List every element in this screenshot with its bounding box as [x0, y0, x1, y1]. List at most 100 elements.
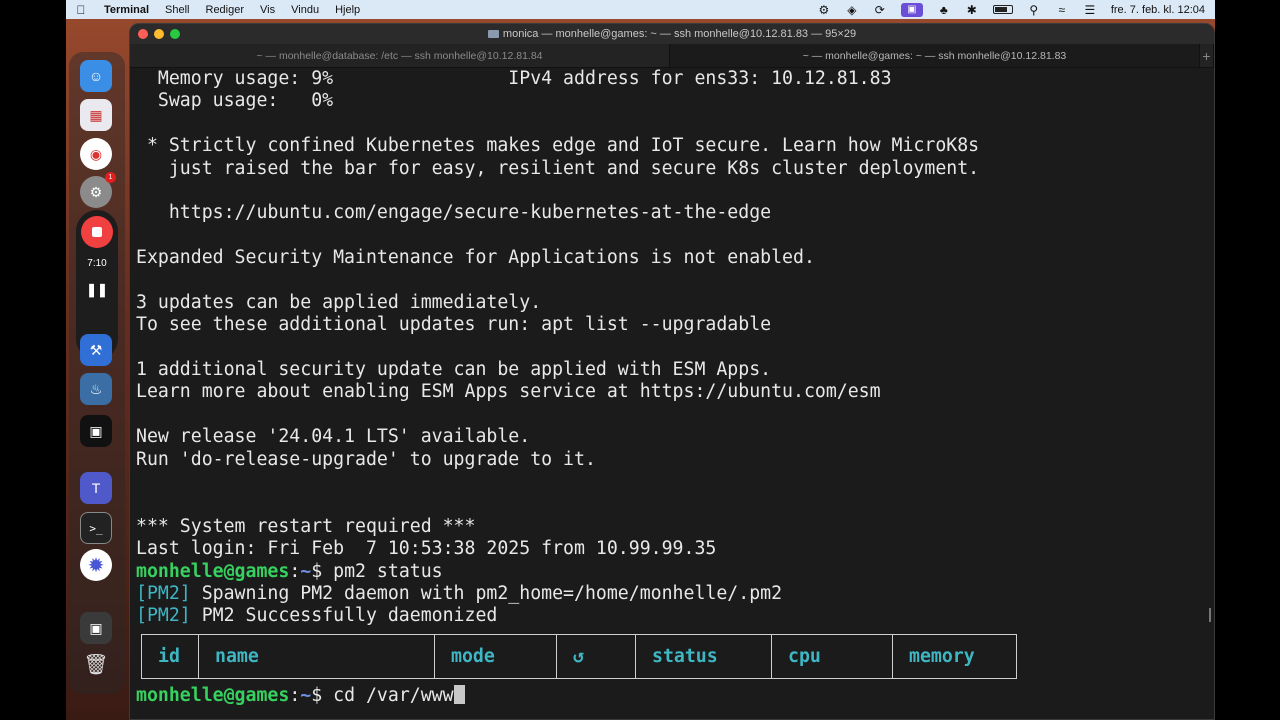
output-line: https://ubuntu.com/engage/secure-kuberne… [136, 202, 772, 224]
menu-rediger[interactable]: Rediger [198, 4, 253, 16]
settings-gear-app-icon[interactable]: ✹ [80, 549, 112, 581]
desktop:  Terminal Shell Rediger Vis Vindu Hjelp… [66, 0, 1215, 720]
prompt-user: monhelle@games [136, 684, 290, 706]
prompt-user: monhelle@games [136, 560, 290, 582]
output-line: * Strictly confined Kubernetes makes edg… [136, 135, 980, 157]
close-button[interactable] [138, 29, 148, 39]
screen-share-icon[interactable]: ▣ [900, 2, 923, 17]
control-center-icon[interactable]: ☰ [1083, 3, 1097, 17]
output-line: *** System restart required *** [136, 515, 476, 537]
menu-bar:  Terminal Shell Rediger Vis Vindu Hjelp… [66, 0, 1215, 19]
pm2-line: [PM2] Spawning PM2 daemon with pm2_home=… [136, 583, 1214, 605]
chrome-icon[interactable]: ◉ [80, 138, 112, 170]
xcode-icon[interactable]: ⚒ [80, 334, 112, 366]
command-input[interactable]: cd /var/www [333, 685, 453, 706]
prompt-path: ~ [300, 684, 312, 706]
pm2-status-table: id name mode ↺ status cpu memory [141, 633, 1017, 679]
scrollbar[interactable] [1209, 608, 1211, 622]
teams-icon[interactable]: T [80, 472, 112, 504]
tab-bar: ~ — monhelle@database: /etc — ssh monhel… [130, 44, 1214, 68]
tab-database[interactable]: ~ — monhelle@database: /etc — ssh monhel… [130, 44, 670, 67]
pm2-line: [PM2] PM2 Successfully daemonized [136, 605, 1214, 627]
table-header-id: id [141, 633, 199, 679]
output-line: Swap usage: 0% [136, 90, 334, 112]
pm2-message: Spawning PM2 daemon with pm2_home=/home/… [190, 582, 783, 604]
prompt-symbol: $ [311, 560, 334, 582]
virtual-machine-icon[interactable]: ▣ [80, 415, 112, 447]
prompt-path: ~ [300, 560, 312, 582]
prompt-separator: : [289, 684, 301, 706]
output-line: 3 updates can be applied immediately. [136, 291, 542, 313]
bluetooth-icon[interactable]: ✱ [965, 3, 979, 17]
elephant-icon[interactable]: ♣ [937, 3, 951, 17]
mysql-workbench-icon[interactable]: ♨ [80, 373, 112, 405]
output-line: Learn more about enabling ESM Apps servi… [136, 381, 881, 403]
terminal-window: monica — monhelle@games: ~ — ssh monhell… [129, 23, 1215, 720]
command-text: pm2 status [333, 560, 443, 582]
output-line: Last login: Fri Feb 7 10:53:38 2025 from… [136, 538, 717, 560]
table-header-status: status [635, 633, 772, 679]
finder-icon[interactable]: ☺ [80, 60, 112, 92]
battery-icon[interactable] [992, 5, 1013, 14]
trash-icon[interactable]: 🗑 [80, 648, 112, 680]
window-title: monica — monhelle@games: ~ — ssh monhell… [502, 28, 857, 40]
prompt-separator: : [289, 560, 301, 582]
pm2-tag: [PM2] [136, 605, 191, 627]
text-cursor [453, 684, 465, 704]
menu-shell[interactable]: Shell [157, 4, 197, 16]
prompt-symbol: $ [311, 684, 334, 706]
menu-hjelp[interactable]: Hjelp [327, 4, 368, 16]
dock: ☺ ▦ ◉ ⚙ 1 7:10 ❚❚ ⚒ ♨ ▣ T >_ ✹ ▣ 🗑 [69, 52, 125, 694]
pm2-message: PM2 Successfully daemonized [190, 605, 498, 627]
extension-icon[interactable]: ◈ [845, 3, 859, 17]
recording-time: 7:10 [87, 258, 107, 269]
output-line: Run 'do-release-upgrade' to upgrade to i… [136, 448, 596, 470]
output-lines: Memory usage: 9% IPv4 address for ens33:… [136, 68, 1214, 561]
pm2-tag: [PM2] [136, 582, 191, 604]
zoom-button[interactable] [170, 29, 180, 39]
prompt-line: monhelle@games:~$ pm2 status [136, 561, 1214, 583]
table-header-name: name [198, 633, 435, 679]
menu-vindu[interactable]: Vindu [283, 4, 327, 16]
table-header-mode: mode [434, 633, 557, 679]
table-header-memory: memory [892, 633, 1017, 679]
stop-recording-button[interactable] [81, 216, 113, 248]
table-header-row: id name mode ↺ status cpu memory [141, 633, 1017, 679]
terminal-icon[interactable]: >_ [80, 512, 112, 544]
window-titlebar[interactable]: monica — monhelle@games: ~ — ssh monhell… [130, 24, 1214, 44]
menubar-clock[interactable]: fre. 7. feb. kl. 12:04 [1111, 4, 1205, 16]
menu-app-terminal[interactable]: Terminal [96, 4, 157, 16]
output-line: To see these additional updates run: apt… [136, 314, 772, 336]
search-icon[interactable]: ⚲ [1027, 3, 1041, 17]
tab-games[interactable]: ~ — monhelle@games: ~ — ssh monhelle@10.… [670, 44, 1200, 67]
status-menus: ⚙ ◈ ⟳ ▣ ♣ ✱ ⚲ ≈ ☰ fre. 7. feb. kl. 12:04 [817, 2, 1215, 17]
pause-icon[interactable]: ❚❚ [76, 282, 118, 298]
wifi-icon[interactable]: ≈ [1055, 3, 1069, 17]
terminal-output[interactable]: Memory usage: 9% IPv4 address for ens33:… [130, 68, 1214, 719]
table-header-cpu: cpu [771, 633, 893, 679]
new-tab-button[interactable]: + [1200, 44, 1214, 67]
folder-icon [487, 30, 499, 38]
system-settings-icon[interactable]: ⚙ 1 [80, 172, 116, 208]
menu-vis[interactable]: Vis [252, 4, 283, 16]
screenshot-app-icon[interactable]: ▣ [80, 612, 112, 644]
launchpad-icon[interactable]: ▦ [80, 99, 112, 131]
output-line: Memory usage: 9% IPv4 address for ens33:… [136, 68, 892, 89]
gear-icon[interactable]: ⚙ [817, 3, 831, 17]
output-line: New release '24.04.1 LTS' available. [136, 426, 531, 448]
minimize-button[interactable] [154, 29, 164, 39]
notification-badge: 1 [105, 172, 116, 183]
output-line: 1 additional security update can be appl… [136, 359, 772, 381]
sync-icon[interactable]: ⟳ [873, 3, 887, 17]
output-line: Expanded Security Maintenance for Applic… [136, 247, 815, 269]
table-header-restarts: ↺ [556, 633, 636, 679]
prompt-line: monhelle@games:~$ cd /var/www [136, 684, 1214, 707]
apple-icon[interactable]:  [66, 3, 96, 17]
